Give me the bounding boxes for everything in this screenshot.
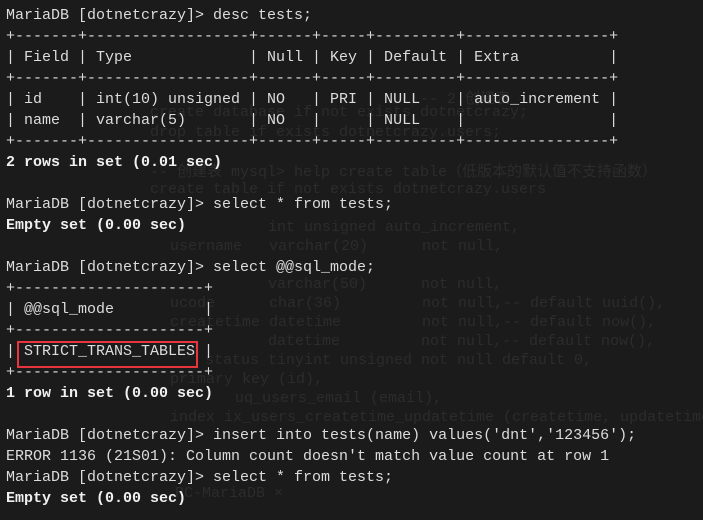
terminal-line: | @@sql_mode |: [6, 301, 214, 318]
terminal-line: ERROR 1136 (21S01): Column count doesn't…: [6, 448, 610, 465]
terminal-line: Empty set (0.00 sec): [6, 490, 187, 507]
terminal-line: +-------+------------------+------+-----…: [6, 133, 619, 150]
terminal-line: MariaDB [dotnetcrazy]> select @@sql_mode…: [6, 259, 376, 276]
terminal-line: | name | varchar(5) | NO | | NULL | |: [6, 112, 619, 129]
terminal-line: +-------+------------------+------+-----…: [6, 70, 619, 87]
terminal-line: +---------------------+: [6, 280, 214, 297]
terminal-line: MariaDB [dotnetcrazy]> insert into tests…: [6, 427, 637, 444]
terminal-line: | id | int(10) unsigned | NO | PRI | NUL…: [6, 91, 619, 108]
terminal-line: | Field | Type | Null | Key | Default | …: [6, 49, 619, 66]
terminal-line: 1 row in set (0.00 sec): [6, 385, 214, 402]
terminal-line: MariaDB [dotnetcrazy]> select * from tes…: [6, 469, 394, 486]
terminal-line: MariaDB [dotnetcrazy]> desc tests;: [6, 7, 313, 24]
sql-mode-highlight-box: [17, 341, 198, 368]
terminal-line: 2 rows in set (0.01 sec): [6, 154, 223, 171]
terminal-line: +-------+------------------+------+-----…: [6, 28, 619, 45]
terminal-output: MariaDB [dotnetcrazy]> desc tests; +-----…: [6, 5, 636, 509]
terminal-line: MariaDB [dotnetcrazy]> select * from tes…: [6, 196, 394, 213]
terminal-line: +---------------------+: [6, 322, 214, 339]
terminal-line: Empty set (0.00 sec): [6, 217, 187, 234]
